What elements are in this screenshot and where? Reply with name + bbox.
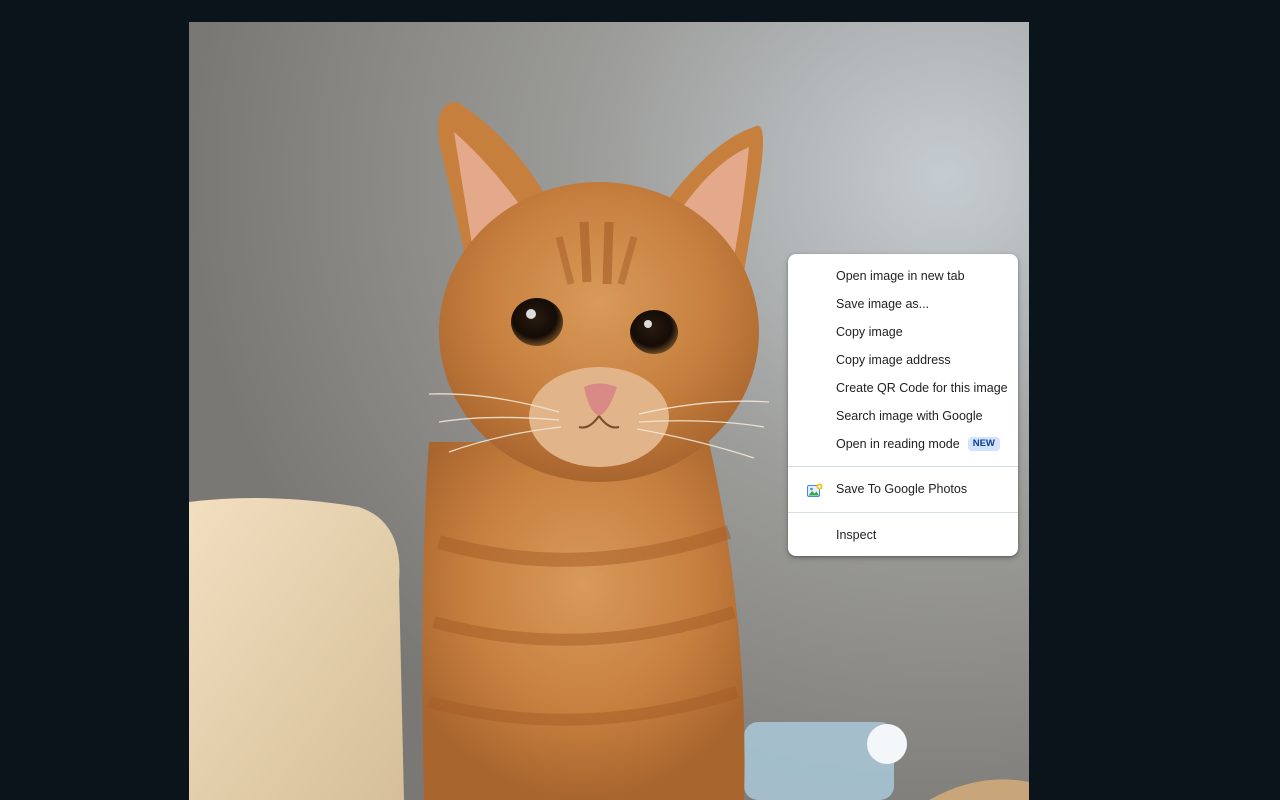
menu-separator: [788, 512, 1018, 513]
menu-item-label: Search image with Google: [836, 409, 983, 423]
menu-item-open-image-in-new-tab[interactable]: Open image in new tab: [788, 262, 1018, 290]
menu-item-search-image-with-google[interactable]: Search image with Google: [788, 402, 1018, 430]
image-context-menu: Open image in new tab Save image as... C…: [788, 254, 1018, 556]
menu-item-create-qr-code[interactable]: Create QR Code for this image: [788, 374, 1018, 402]
menu-item-label: Save image as...: [836, 297, 930, 311]
menu-item-label: Open in reading mode: [836, 437, 960, 451]
menu-item-copy-image-address[interactable]: Copy image address: [788, 346, 1018, 374]
new-badge: NEW: [967, 436, 1000, 451]
menu-item-inspect[interactable]: Inspect: [788, 521, 1018, 549]
menu-item-save-image-as[interactable]: Save image as...: [788, 290, 1018, 318]
menu-item-save-to-google-photos[interactable]: Save To Google Photos: [788, 475, 1018, 504]
menu-item-open-in-reading-mode[interactable]: Open in reading mode NEW: [788, 430, 1018, 458]
menu-item-label: Inspect: [836, 528, 877, 542]
menu-item-copy-image[interactable]: Copy image: [788, 318, 1018, 346]
menu-item-label: Create QR Code for this image: [836, 381, 1008, 395]
menu-item-label: Save To Google Photos: [836, 482, 968, 496]
image-viewer: Open image in new tab Save image as... C…: [0, 0, 1280, 800]
menu-item-label: Copy image address: [836, 353, 951, 367]
menu-separator: [788, 466, 1018, 467]
google-photos-icon: [807, 481, 823, 497]
menu-item-label: Open image in new tab: [836, 269, 965, 283]
menu-item-label: Copy image: [836, 325, 903, 339]
